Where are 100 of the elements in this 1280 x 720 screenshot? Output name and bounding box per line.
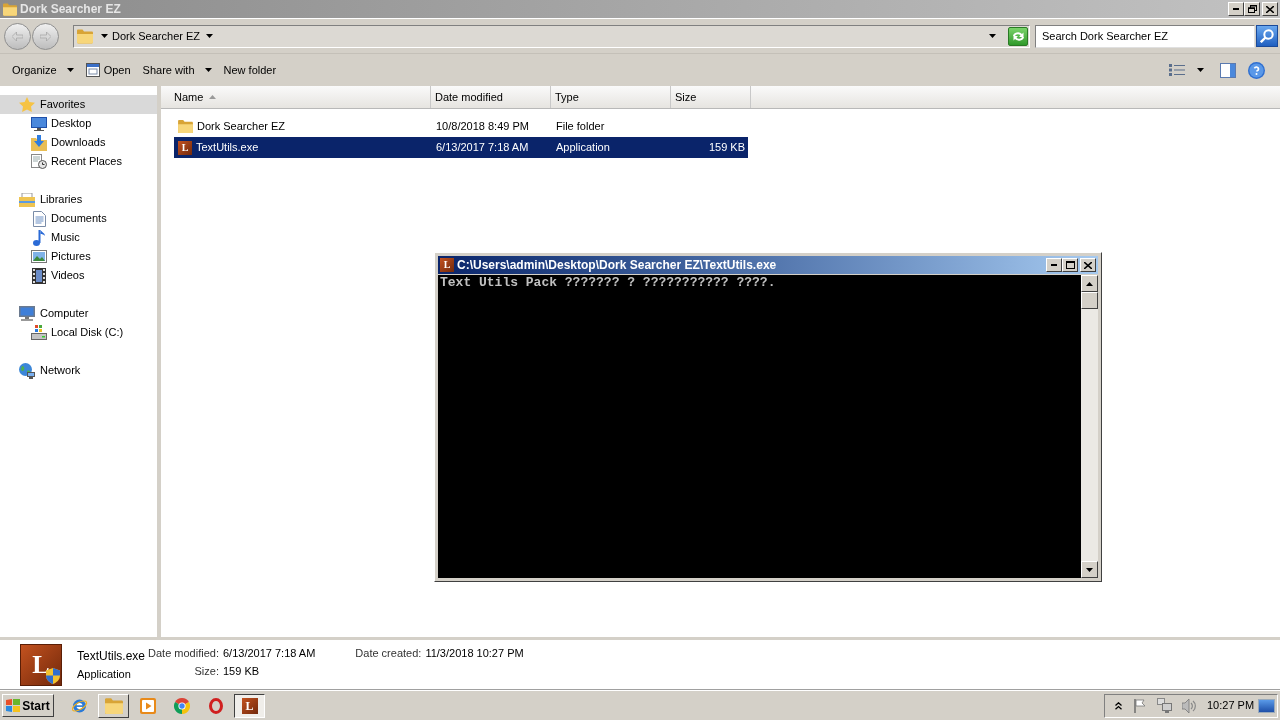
close-button[interactable]	[1262, 2, 1278, 16]
nav-label: Recent Places	[51, 154, 122, 170]
caret-icon	[66, 68, 74, 72]
download-folder-icon	[31, 134, 47, 151]
speaker-icon	[1182, 698, 1197, 713]
nav-label: Favorites	[40, 97, 86, 113]
search-icon	[1260, 29, 1274, 43]
type-cell-text: File folder	[555, 119, 606, 135]
disk-drive-icon	[31, 325, 47, 340]
column-header[interactable]: Name	[161, 86, 431, 108]
caret-icon	[206, 34, 214, 38]
toolbar-button[interactable]: New folder	[217, 58, 283, 82]
desktop-icon	[31, 116, 47, 131]
detail-label: Size:	[193, 664, 219, 678]
caret-icon	[1197, 68, 1204, 72]
close-icon	[1084, 261, 1092, 269]
nav-label: Network	[40, 363, 81, 379]
flag-icon	[1134, 698, 1148, 713]
nav-label: Pictures	[51, 249, 91, 265]
taskbar-button[interactable]: L	[234, 693, 265, 718]
file-name: Dork Searcher EZ	[197, 119, 286, 135]
network-icon	[19, 362, 35, 379]
close-icon	[1266, 5, 1274, 13]
minimize-button[interactable]	[1228, 2, 1244, 16]
play-icon	[139, 697, 156, 714]
file-type: Application	[77, 666, 132, 681]
column-header[interactable]: Size	[671, 86, 751, 108]
double-chevron-icon	[1114, 701, 1122, 710]
network-icon	[1157, 698, 1173, 713]
restore-button[interactable]	[1244, 2, 1260, 16]
ring-icon	[208, 697, 223, 714]
nav-label: Libraries	[40, 192, 83, 208]
folder-icon	[77, 28, 93, 44]
search-field[interactable]: Search Dork Searcher EZ	[1035, 24, 1255, 48]
nav-label: Downloads	[51, 135, 106, 151]
minimize-icon	[1233, 8, 1239, 10]
film-icon	[32, 267, 46, 284]
detail-value: 11/3/2018 10:27 PM	[425, 646, 524, 660]
triangle-down-icon	[1086, 567, 1093, 572]
window-icon	[85, 63, 100, 77]
size-cell-text: 159 KB	[708, 140, 746, 156]
window-title: C:\Users\admin\Desktop\Dork Searcher EZ\TextUtils.exe	[457, 257, 777, 274]
refresh-button[interactable]	[1008, 26, 1028, 46]
library-folder-icon	[19, 192, 35, 207]
folder-icon	[178, 120, 193, 133]
console-text: Text Utils Pack ??????? ? ??????????? ????.	[440, 276, 777, 290]
toolbar-button[interactable]: Organize	[6, 58, 80, 82]
detail-label: Date created:	[355, 646, 422, 660]
minimize-button[interactable]	[1046, 258, 1062, 272]
detail-value: 159 KB	[222, 664, 261, 678]
arrow-right-icon	[40, 31, 51, 41]
refresh-icon	[1011, 30, 1025, 42]
arrow-left-icon	[12, 31, 23, 41]
search-button[interactable]	[1256, 25, 1278, 47]
maximize-icon	[1065, 261, 1075, 269]
folder-icon	[3, 2, 17, 16]
details-view-icon	[1169, 64, 1185, 76]
folder-icon	[104, 697, 123, 714]
breadcrumb-item[interactable]: Dork Searcher EZ	[112, 27, 201, 45]
column-header[interactable]: Date modified	[431, 86, 551, 108]
file-row[interactable]: L TextUtils.exe 6/13/2017 7:18 AM Application 159 KB	[174, 137, 748, 158]
toolbar-button[interactable]: Open	[79, 58, 137, 82]
scroll-down-button[interactable]	[1081, 561, 1098, 578]
window-title: Dork Searcher EZ	[20, 1, 121, 18]
file-name: TextUtils.exe	[77, 648, 146, 663]
nav-item[interactable]: Favorites	[0, 95, 157, 114]
picture-icon	[31, 250, 47, 263]
nav-label: Computer	[40, 306, 89, 322]
toolbar-button[interactable]: Share with	[136, 58, 218, 82]
app-icon: L	[241, 697, 258, 714]
maximize-button[interactable]	[1062, 258, 1078, 272]
address-bar[interactable]: Dork Searcher EZ	[73, 24, 1030, 48]
start-flag-icon	[6, 699, 21, 712]
taskbar-button[interactable]	[98, 693, 129, 718]
computer-icon	[19, 306, 35, 321]
start-button[interactable]: Start	[2, 694, 54, 717]
scroll-up-button[interactable]	[1081, 275, 1098, 292]
caret-icon	[204, 68, 212, 72]
column-header[interactable]: Type	[551, 86, 671, 108]
nav-label: Local Disk (C:)	[51, 325, 124, 341]
scroll-thumb[interactable]	[1081, 292, 1098, 309]
show-desktop-button[interactable]	[1258, 698, 1275, 713]
browser-icon	[173, 697, 190, 714]
nav-label: Desktop	[51, 116, 92, 132]
detail-label: Date modified:	[148, 646, 219, 660]
star-icon	[19, 97, 35, 112]
detail-value: 6/13/2017 7:18 AM	[222, 646, 316, 660]
sort-arrow-icon	[209, 95, 217, 99]
nav-label: Documents	[51, 211, 107, 227]
date-modified-cell-text: 10/8/2018 8:49 PM	[435, 119, 530, 135]
triangle-up-icon	[1086, 281, 1093, 286]
document-icon	[32, 210, 46, 227]
close-button[interactable]	[1080, 258, 1096, 272]
app-icon: L	[440, 258, 454, 272]
preview-pane-icon	[1220, 62, 1236, 78]
music-note-icon	[33, 229, 45, 246]
type-cell-text: Application	[555, 140, 611, 156]
clock: 10:27 PM	[1207, 698, 1255, 714]
browser-icon	[71, 697, 88, 714]
caret-icon	[988, 34, 996, 38]
